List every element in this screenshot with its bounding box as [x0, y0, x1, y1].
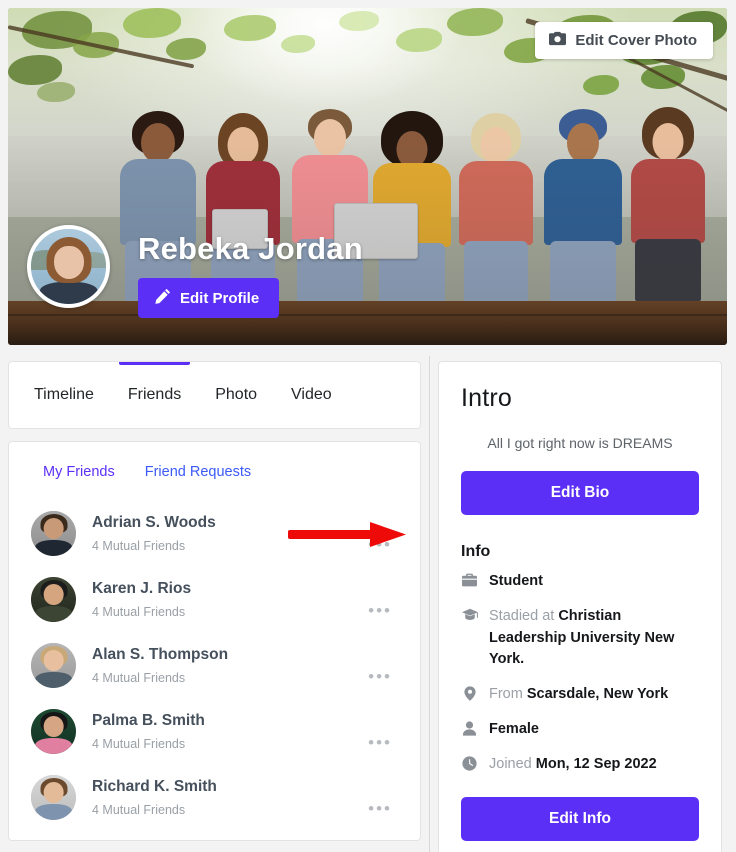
tab-video[interactable]: Video: [274, 362, 349, 428]
info-education-prefix: Stadied at: [489, 607, 559, 624]
friend-list-item[interactable]: Alan S. Thompson 4 Mutual Friends •••: [31, 632, 398, 698]
info-row-education: Stadied at Christian Leadership Universi…: [461, 606, 699, 671]
intro-bio-text: All I got right now is DREAMS: [487, 435, 673, 451]
edit-profile-label: Edit Profile: [180, 289, 260, 307]
tab-timeline[interactable]: Timeline: [17, 362, 111, 428]
graduation-cap-icon: [461, 608, 478, 621]
friend-mutual-count: 4 Mutual Friends: [92, 736, 186, 751]
tab-photo[interactable]: Photo: [198, 362, 274, 428]
clock-icon: [461, 755, 478, 771]
friend-mutual-count: 4 Mutual Friends: [92, 670, 186, 685]
friend-list-item[interactable]: Karen J. Rios 4 Mutual Friends •••: [31, 566, 398, 632]
friend-info: Richard K. Smith 4 Mutual Friends: [92, 778, 362, 817]
profile-tabs: Timeline Friends Photo Video: [8, 361, 421, 429]
friend-info: Alan S. Thompson 4 Mutual Friends: [92, 646, 362, 685]
tab-friends-label: Friends: [127, 386, 182, 403]
left-column: Timeline Friends Photo Video My Friends: [0, 353, 429, 852]
friend-mutual-count: 4 Mutual Friends: [92, 538, 186, 553]
tab-video-label: Video: [291, 386, 332, 403]
subtab-my-friends-label: My Friends: [43, 464, 115, 480]
edit-cover-photo-button[interactable]: Edit Cover Photo: [535, 22, 713, 59]
info-section-title: Info: [461, 543, 491, 560]
edit-cover-photo-label: Edit Cover Photo: [575, 32, 697, 49]
friend-name: Richard K. Smith: [92, 777, 217, 795]
profile-avatar[interactable]: [27, 225, 110, 308]
info-row-gender: Female: [461, 719, 699, 741]
info-row-work-text: Student: [489, 571, 699, 593]
intro-panel: Intro All I got right now is DREAMS Edit…: [438, 361, 722, 852]
tab-friends[interactable]: Friends: [111, 362, 198, 428]
edit-info-button[interactable]: Edit Info: [461, 797, 699, 842]
friend-name: Alan S. Thompson: [92, 645, 229, 663]
friend-row-more-menu[interactable]: •••: [362, 668, 398, 685]
friend-name: Karen J. Rios: [92, 579, 192, 597]
profile-identity-block: Rebeka Jordan Edit Profile: [8, 225, 727, 345]
friend-avatar: [31, 576, 76, 622]
friend-list-item[interactable]: Adrian S. Woods 4 Mutual Friends •••: [31, 500, 398, 566]
tab-photo-label: Photo: [215, 386, 258, 403]
info-location-prefix: From: [489, 686, 527, 702]
profile-page: Edit Cover Photo Rebeka Jordan Edit Prof…: [0, 0, 736, 852]
info-joined-prefix: Joined: [489, 755, 536, 772]
location-pin-icon: [461, 686, 478, 701]
friend-list-item[interactable]: Richard K. Smith 4 Mutual Friends •••: [31, 764, 398, 830]
briefcase-icon: [461, 573, 478, 587]
friend-name: Palma B. Smith: [92, 711, 205, 729]
friend-avatar: [31, 642, 76, 688]
camera-icon: [549, 31, 567, 50]
friend-row-more-menu[interactable]: •••: [362, 734, 398, 751]
tab-timeline-label: Timeline: [34, 386, 94, 403]
info-row-location-text: From Scarsdale, New York: [489, 684, 699, 706]
info-row-joined: Joined Mon, 12 Sep 2022: [461, 754, 699, 776]
subtab-friend-requests-label: Friend Requests: [144, 464, 252, 480]
subtab-friend-requests[interactable]: Friend Requests: [145, 464, 251, 480]
intro-title: Intro: [461, 384, 513, 412]
edit-info-label: Edit Info: [549, 810, 611, 828]
friend-row-more-menu[interactable]: •••: [362, 536, 398, 553]
subtab-my-friends[interactable]: My Friends: [43, 464, 115, 480]
pencil-icon: [155, 288, 171, 308]
friend-info: Palma B. Smith 4 Mutual Friends: [92, 712, 362, 751]
friend-info: Karen J. Rios 4 Mutual Friends: [92, 580, 362, 619]
info-row-work: Student: [461, 571, 699, 593]
friend-row-more-menu[interactable]: •••: [362, 602, 398, 619]
edit-profile-button[interactable]: Edit Profile: [138, 278, 280, 318]
friend-name: Adrian S. Woods: [92, 513, 216, 531]
friend-row-more-menu[interactable]: •••: [362, 800, 398, 817]
info-joined-value: Mon, 12 Sep 2022: [535, 755, 657, 772]
content-columns: Timeline Friends Photo Video My Friends: [0, 353, 736, 852]
edit-info-wrapper: Edit Info: [461, 797, 699, 842]
edit-bio-label: Edit Bio: [550, 484, 610, 501]
info-row-education-text: Stadied at Christian Leadership Universi…: [489, 606, 699, 671]
right-column: Intro All I got right now is DREAMS Edit…: [430, 353, 736, 852]
friend-list-item[interactable]: Palma B. Smith 4 Mutual Friends •••: [31, 698, 398, 764]
page-title: Rebeka Jordan: [138, 231, 363, 266]
friend-avatar: [31, 774, 76, 820]
friend-mutual-count: 4 Mutual Friends: [92, 604, 186, 619]
info-row-location: From Scarsdale, New York: [461, 684, 699, 706]
friend-avatar: [31, 708, 76, 754]
friend-info: Adrian S. Woods 4 Mutual Friends: [92, 514, 362, 553]
cover-photo: Edit Cover Photo Rebeka Jordan Edit Prof…: [8, 8, 727, 345]
friend-mutual-count: 4 Mutual Friends: [92, 802, 186, 817]
info-work-value: Student: [489, 573, 543, 589]
edit-bio-button[interactable]: Edit Bio: [461, 471, 699, 515]
info-gender-value: Female: [489, 720, 539, 737]
friend-avatar: [31, 510, 76, 556]
info-location-value: Scarsdale, New York: [526, 686, 669, 702]
friends-panel: My Friends Friend Requests Adrian S. Woo…: [8, 441, 421, 841]
friends-subtabs: My Friends Friend Requests: [31, 464, 398, 480]
person-icon: [461, 721, 478, 736]
info-row-joined-text: Joined Mon, 12 Sep 2022: [489, 754, 699, 776]
info-row-gender-text: Female: [489, 719, 699, 741]
